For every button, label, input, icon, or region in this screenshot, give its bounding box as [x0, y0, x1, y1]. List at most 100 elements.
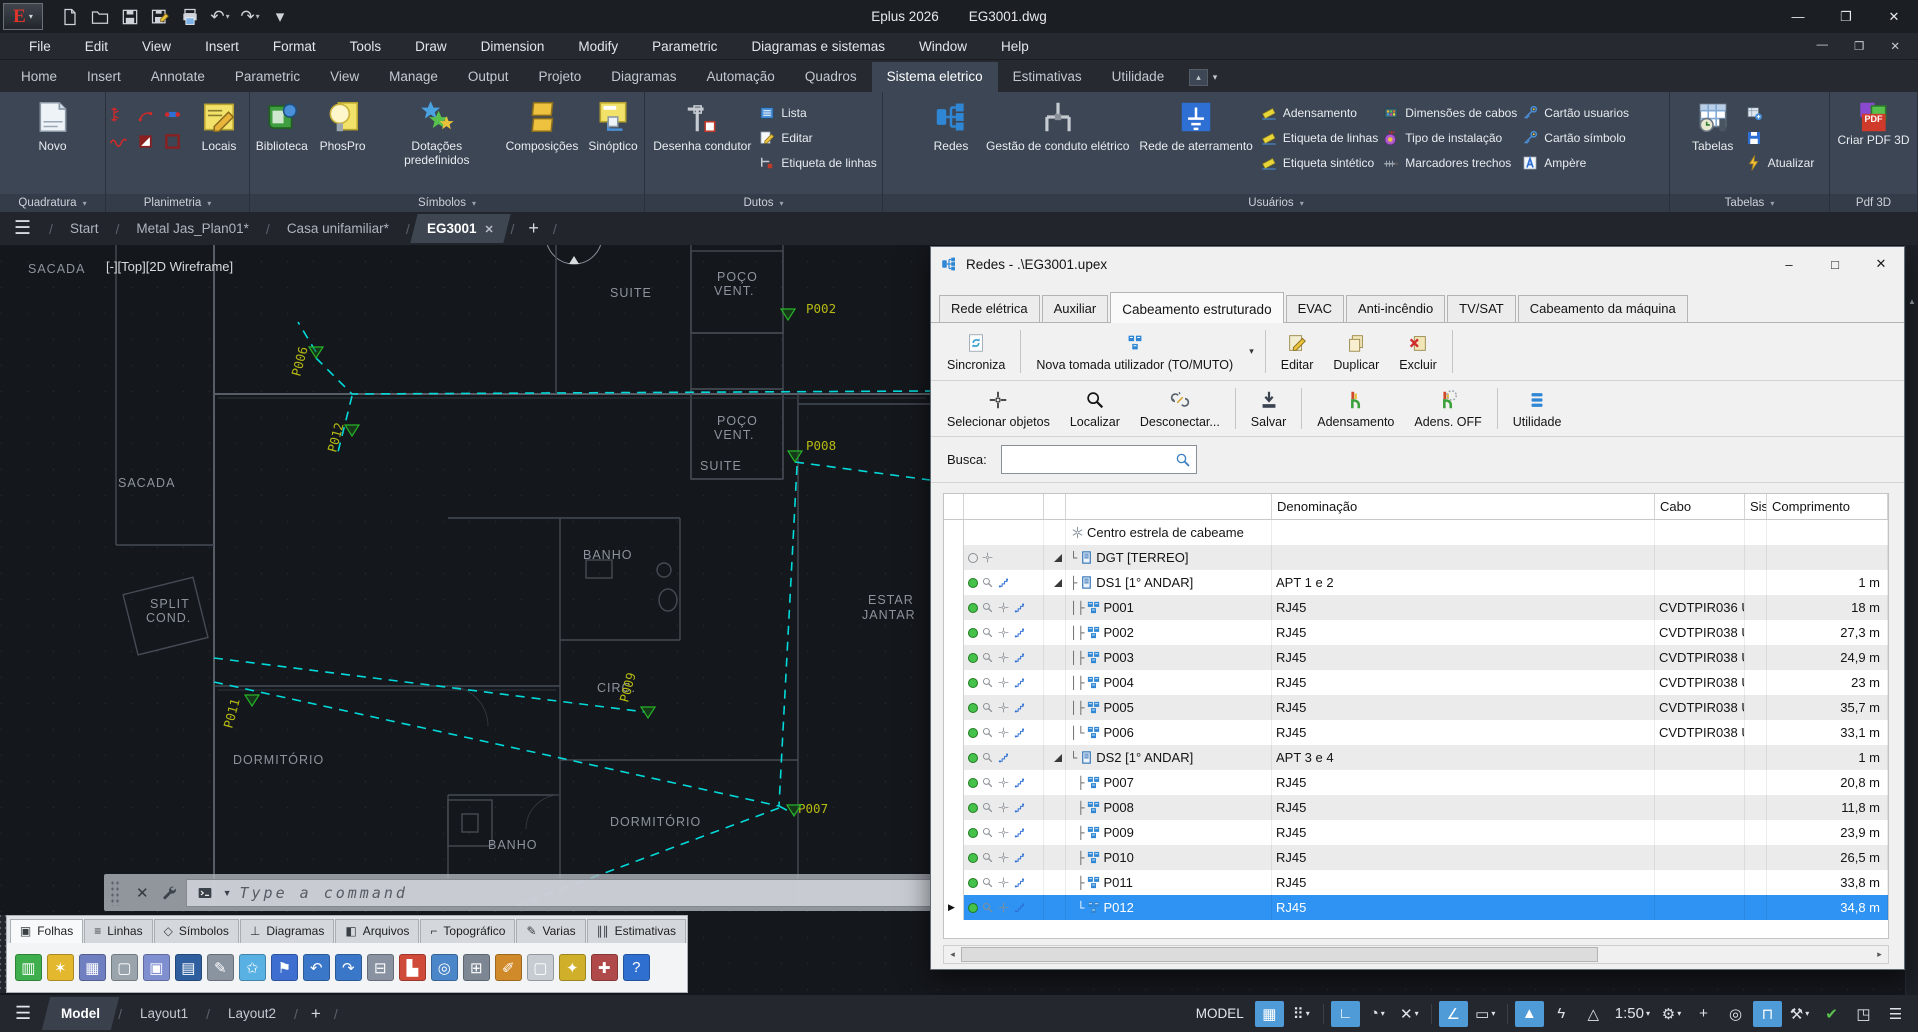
layout-tab-layout1[interactable]: Layout1 — [125, 997, 203, 1030]
new-tab-button[interactable]: + — [518, 218, 549, 239]
ribbon-button-biblioteca[interactable]: Biblioteca — [253, 97, 311, 155]
dialog-button-localizar[interactable]: Localizar — [1060, 384, 1130, 433]
expander-icon[interactable] — [1054, 554, 1062, 562]
save-as[interactable] — [147, 4, 173, 30]
dialog-tab-rede-el-trica[interactable]: Rede elétrica — [939, 295, 1040, 322]
dialog-titlebar[interactable]: Redes - .\EG3001.upex –□✕ — [931, 247, 1904, 281]
row-expander[interactable] — [1044, 670, 1066, 695]
ribbon-button-etiqueta-sint-tico[interactable]: Etiqueta sintético — [1260, 152, 1374, 173]
panel-footer-dutos[interactable]: Dutos▾ — [645, 194, 882, 212]
row-expander[interactable] — [1044, 620, 1066, 645]
dialog-button-selecionar-objetos[interactable]: Selecionar objetos — [937, 384, 1060, 433]
ribbon-tab-automa-o[interactable]: Automação — [692, 62, 790, 92]
row-expander[interactable] — [1044, 820, 1066, 845]
ribbon-button-lista[interactable]: Lista — [758, 102, 806, 123]
row-expander[interactable] — [1044, 695, 1066, 720]
table-row-p002[interactable]: │├P002RJ45CVDTPIR038 U27,3 m — [944, 620, 1888, 645]
ribbon-button-adensamento[interactable]: Adensamento — [1260, 102, 1357, 123]
table-row-dgt-terreo[interactable]: └DGT [TERREO] — [944, 545, 1888, 570]
status-toggle-object-snap[interactable]: ▲ — [1515, 1001, 1544, 1027]
palette-tool-help[interactable]: ? — [623, 954, 650, 981]
column-header-comp[interactable]: Comprimento — [1767, 494, 1888, 519]
dialog-close[interactable]: ✕ — [1858, 247, 1904, 281]
search-icon[interactable] — [1174, 451, 1192, 469]
ribbon-button-dota-es-predefinidos[interactable]: Dotações predefinidos — [375, 97, 499, 169]
ribbon-tab-manage[interactable]: Manage — [374, 62, 453, 92]
layout-tab-layout2[interactable]: Layout2 — [213, 997, 291, 1030]
status-toggle-ortho-mode[interactable]: ∟ — [1331, 1001, 1360, 1027]
chevron-down-icon[interactable]: ▾ — [1213, 72, 1218, 83]
scrollbar-thumb[interactable] — [961, 947, 1598, 962]
dialog-tab-auxiliar[interactable]: Auxiliar — [1042, 295, 1109, 322]
file-tab-metal-jas-plan01[interactable]: Metal Jas_Plan01* — [123, 214, 262, 243]
scroll-right-icon[interactable]: ▸ — [1871, 946, 1888, 963]
ribbon-tab-projeto[interactable]: Projeto — [523, 62, 596, 92]
status-toggle-snap-lightning[interactable]: ϟ — [1547, 1001, 1576, 1027]
row-expander[interactable] — [1044, 645, 1066, 670]
panel-footer-tabelas[interactable]: Tabelas▾ — [1670, 194, 1829, 212]
dialog-button-sincroniza[interactable]: Sincroniza — [937, 326, 1015, 377]
row-expander[interactable] — [1044, 570, 1066, 595]
row-action-icons[interactable] — [964, 545, 1044, 570]
menu-dimension[interactable]: Dimension — [464, 39, 562, 54]
row-action-icons[interactable] — [964, 845, 1044, 870]
table-row-p005[interactable]: │├P005RJ45CVDTPIR038 U35,7 m — [944, 695, 1888, 720]
column-header-blank0[interactable] — [944, 494, 964, 519]
undo[interactable]: ↶▾ — [207, 4, 233, 30]
row-action-icons[interactable] — [964, 770, 1044, 795]
chevron-down-icon[interactable]: ▾ — [1491, 1009, 1495, 1018]
file-tab-start[interactable]: Start — [57, 214, 112, 243]
ribbon-button-editar[interactable]: Editar — [758, 127, 812, 148]
status-toggle-isolate-objects[interactable]: ◎ — [1721, 1001, 1750, 1027]
palette-tab-folhas[interactable]: ▣Folhas — [10, 919, 83, 943]
status-toggle-clean-screen[interactable]: ◳ — [1849, 1001, 1878, 1027]
column-header-blank1[interactable] — [964, 494, 1044, 519]
column-header-cabo[interactable]: Cabo — [1655, 494, 1745, 519]
dialog-button-adensamento[interactable]: Adensamento — [1307, 384, 1404, 433]
new-layout-button[interactable]: + — [301, 1004, 331, 1024]
scroll-left-icon[interactable]: ◂ — [944, 946, 961, 963]
table-row-p001[interactable]: │├P001RJ45CVDTPIR036 U18 m — [944, 595, 1888, 620]
palette-tool-wand[interactable]: ✩ — [239, 954, 266, 981]
palette-tool-tools[interactable]: ✚ — [591, 954, 618, 981]
status-toggle-hardware-acceleration[interactable]: ⊓ — [1753, 1001, 1782, 1027]
dialog-tab-evac[interactable]: EVAC — [1286, 295, 1344, 322]
ribbon-button-gest-o-de-conduto-el-trico[interactable]: Gestão de conduto elétrico — [983, 97, 1132, 155]
row-action-icons[interactable] — [964, 695, 1044, 720]
new-file[interactable] — [57, 4, 83, 30]
open-file[interactable] — [87, 4, 113, 30]
command-bar-grip[interactable] — [110, 880, 120, 906]
table-row-ds1-1-andar[interactable]: ├DS1 [1° ANDAR]APT 1 e 21 m — [944, 570, 1888, 595]
row-action-icons[interactable] — [964, 745, 1044, 770]
panel-footer-s-mbolos[interactable]: Símbolos▾ — [250, 194, 644, 212]
palette-tool-tiles[interactable]: ⊞ — [463, 954, 490, 981]
palette-tab-topogr-fico[interactable]: ⌐Topográfico — [420, 919, 515, 943]
ribbon-button-tabelas[interactable]: Tabelas — [1685, 97, 1741, 155]
menu-view[interactable]: View — [125, 39, 188, 54]
layout-menu-icon[interactable]: ☰ — [0, 1003, 46, 1024]
ribbon-button-amp-re[interactable]: Ampère — [1521, 152, 1586, 173]
table-row-p008[interactable]: ├P008RJ4511,8 m — [944, 795, 1888, 820]
layout-tab-model[interactable]: Model — [42, 997, 119, 1030]
palette-tool-brush[interactable]: ✦ — [559, 954, 586, 981]
status-toggle-object-snap-tracking[interactable]: ✕▾ — [1395, 1001, 1424, 1027]
ribbon-tab-diagramas[interactable]: Diagramas — [596, 62, 691, 92]
table-row-p012[interactable]: └P012RJ4534,8 m — [944, 895, 1888, 920]
row-action-icons[interactable] — [964, 720, 1044, 745]
ribbon-button-desenha-condutor[interactable]: Desenha condutor — [650, 97, 754, 155]
status-toggle-settings[interactable]: ⚙▾ — [1657, 1001, 1686, 1027]
row-expander[interactable] — [1044, 870, 1066, 895]
menu-draw[interactable]: Draw — [398, 39, 464, 54]
menu-insert[interactable]: Insert — [188, 39, 256, 54]
palette-tab-varias[interactable]: ✎Varias — [516, 919, 585, 943]
row-action-icons[interactable] — [964, 870, 1044, 895]
table-row-p007[interactable]: ├P007RJ4520,8 m — [944, 770, 1888, 795]
status-toggle-grid-display[interactable]: ▦ — [1255, 1001, 1284, 1027]
planimetria-tool-red5[interactable] — [135, 131, 160, 156]
row-action-icons[interactable] — [964, 895, 1044, 920]
mdi-close-button[interactable]: ✕ — [1890, 39, 1900, 53]
palette-tab-s-mbolos[interactable]: ◇Símbolos — [154, 919, 239, 943]
chevron-down-icon[interactable]: ▾ — [1415, 1009, 1419, 1018]
ribbon-tab-utilidade[interactable]: Utilidade — [1097, 62, 1180, 92]
dialog-tab-anti-inc-ndio[interactable]: Anti-incêndio — [1346, 295, 1445, 322]
